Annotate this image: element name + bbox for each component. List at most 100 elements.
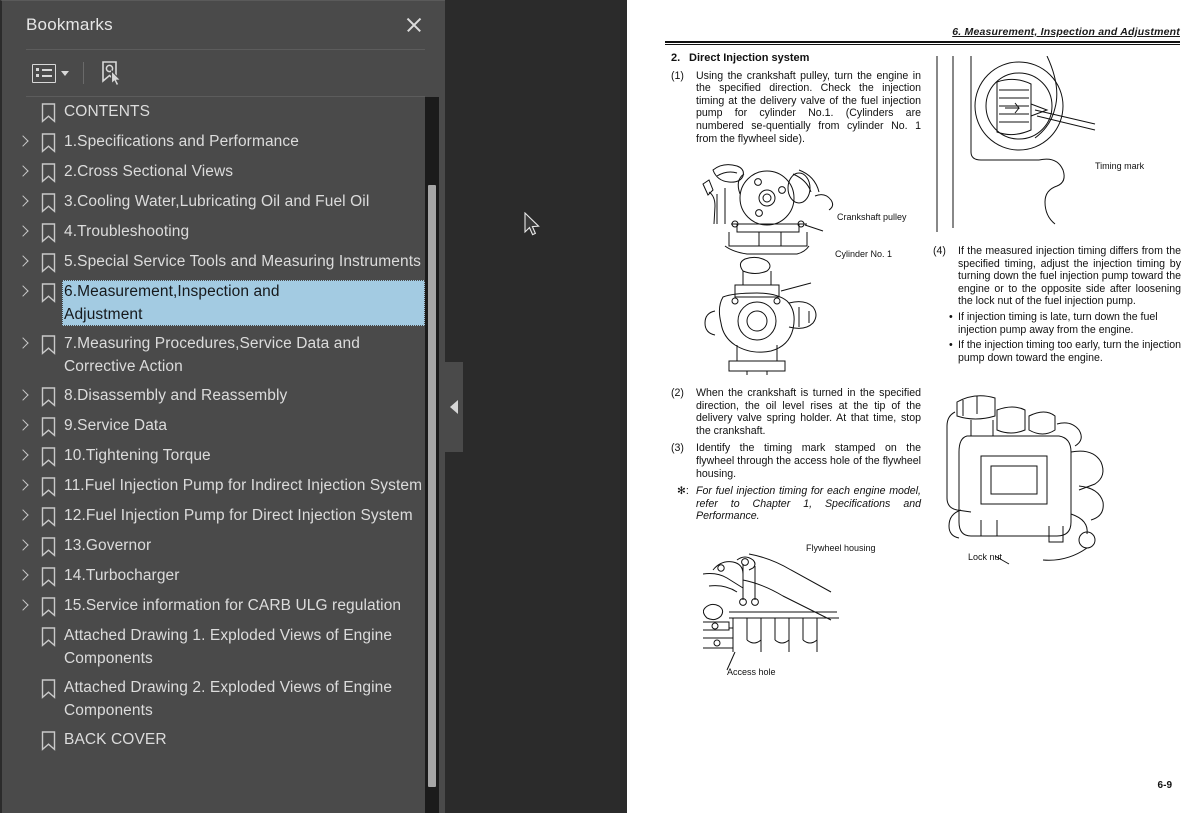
close-icon[interactable] — [401, 12, 427, 38]
chevron-right-icon[interactable] — [10, 222, 36, 244]
bookmark-item[interactable]: 14.Turbocharger — [10, 561, 425, 591]
caption-cylinder-no1: Cylinder No. 1 — [835, 249, 893, 259]
chevron-right-icon[interactable] — [10, 446, 36, 468]
bookmark-label: Attached Drawing 2. Exploded Views of En… — [64, 679, 393, 719]
chevron-right-icon[interactable] — [10, 506, 36, 528]
bookmark-item[interactable]: Attached Drawing 2. Exploded Views of En… — [10, 673, 425, 725]
chevron-right-icon[interactable] — [10, 132, 36, 154]
figure-timing-mark — [931, 56, 1161, 232]
step-2: (2) When the crankshaft is turned in the… — [671, 387, 921, 437]
figure-cylinder-no1 — [699, 255, 859, 375]
bookmark-item[interactable]: BACK COVER — [10, 725, 425, 755]
twisty-placeholder — [10, 730, 36, 752]
bookmark-item[interactable]: 3.Cooling Water,Lubricating Oil and Fuel… — [10, 187, 425, 217]
bookmark-icon — [36, 596, 62, 618]
bookmark-label: Attached Drawing 1. Exploded Views of En… — [64, 627, 393, 667]
bookmark-icon — [36, 566, 62, 588]
bookmark-label: 11.Fuel Injection Pump for Indirect Inje… — [64, 477, 423, 494]
bookmark-item[interactable]: 2.Cross Sectional Views — [10, 157, 425, 187]
toolbar-separator — [83, 62, 84, 84]
bookmark-item[interactable]: 7.Measuring Procedures,Service Data and … — [10, 329, 425, 381]
bookmark-icon — [36, 416, 62, 438]
bookmark-label: 6.Measurement,Inspection and Adjustment — [62, 280, 425, 326]
step-4-bullet-2-text: If the injection timing too early, turn … — [958, 339, 1181, 364]
bookmark-item[interactable]: 10.Tightening Torque — [10, 441, 425, 471]
caption-access-hole: Access hole — [727, 667, 776, 677]
bookmark-label: 14.Turbocharger — [64, 567, 180, 584]
bookmark-item[interactable]: 8.Disassembly and Reassembly — [10, 381, 425, 411]
chevron-left-icon — [450, 400, 458, 414]
bookmark-item[interactable]: 11.Fuel Injection Pump for Indirect Inje… — [10, 471, 425, 501]
bookmarks-toolbar — [2, 50, 445, 96]
chevron-right-icon[interactable] — [10, 566, 36, 588]
chevron-right-icon[interactable] — [10, 162, 36, 184]
bookmark-item[interactable]: 6.Measurement,Inspection and Adjustment — [10, 277, 425, 329]
bookmark-item[interactable]: 13.Governor — [10, 531, 425, 561]
bookmark-label: BACK COVER — [64, 731, 167, 748]
bookmark-label: 1.Specifications and Performance — [64, 133, 299, 150]
find-current-bookmark-button[interactable] — [92, 56, 130, 90]
bookmarks-panel: Bookmarks CONTENTS 1.Specifications and … — [0, 0, 445, 813]
bookmark-label: 3.Cooling Water,Lubricating Oil and Fuel… — [64, 193, 370, 210]
bookmark-label: 2.Cross Sectional Views — [64, 163, 234, 180]
caption-timing-mark: Timing mark — [1095, 161, 1145, 171]
section-title: Direct Injection system — [689, 52, 810, 64]
chevron-right-icon[interactable] — [10, 282, 36, 304]
step-4-text: If the measured injection timing differs… — [958, 245, 1181, 308]
bookmark-label: CONTENTS — [64, 103, 151, 120]
chevron-right-icon[interactable] — [10, 252, 36, 274]
chevron-right-icon[interactable] — [10, 416, 36, 438]
chevron-right-icon[interactable] — [10, 536, 36, 558]
list-options-icon — [32, 63, 56, 83]
vertical-scrollbar[interactable] — [425, 97, 439, 813]
bookmark-icon — [36, 162, 62, 184]
step-4: (4) If the measured injection timing dif… — [933, 245, 1181, 308]
chevron-right-icon[interactable] — [10, 386, 36, 408]
bookmark-label: 15.Service information for CARB ULG regu… — [64, 597, 402, 614]
twisty-placeholder — [10, 626, 36, 648]
list-options-button[interactable] — [26, 60, 75, 87]
viewer-gutter — [445, 0, 627, 813]
bookmark-item[interactable]: 5.Special Service Tools and Measuring In… — [10, 247, 425, 277]
figure-flywheel-housing — [703, 552, 853, 672]
bookmark-item[interactable]: CONTENTS — [10, 97, 425, 127]
bookmark-icon — [36, 222, 62, 244]
bookmark-icon — [36, 678, 62, 700]
chevron-right-icon[interactable] — [10, 192, 36, 214]
bookmark-item[interactable]: 1.Specifications and Performance — [10, 127, 425, 157]
footnote-marker: ✻: — [677, 485, 689, 498]
step-3-marker: (3) — [671, 442, 684, 455]
bookmarks-tree[interactable]: CONTENTS 1.Specifications and Performance… — [2, 97, 425, 813]
right-column: (4) If the measured injection timing dif… — [933, 240, 1181, 364]
bookmark-label: 7.Measuring Procedures,Service Data and … — [64, 335, 360, 375]
header-rule-thin — [665, 44, 1180, 45]
bookmark-item[interactable]: 15.Service information for CARB ULG regu… — [10, 591, 425, 621]
twisty-placeholder — [10, 678, 36, 700]
page-number: 6-9 — [1157, 780, 1172, 791]
left-column: 2. Direct Injection system (1) Using the … — [671, 52, 921, 145]
running-header: 6. Measurement, Inspection and Adjustmen… — [660, 22, 1180, 40]
bookmark-item[interactable]: 4.Troubleshooting — [10, 217, 425, 247]
step-3-text: Identify the timing mark stamped on the … — [696, 442, 921, 480]
bookmark-label: 9.Service Data — [64, 417, 168, 434]
bookmark-icon — [36, 386, 62, 408]
bookmarks-tree-wrap: CONTENTS 1.Specifications and Performance… — [2, 97, 445, 813]
bookmark-icon — [36, 192, 62, 214]
bookmark-item[interactable]: Attached Drawing 1. Exploded Views of En… — [10, 621, 425, 673]
vertical-scrollbar-thumb[interactable] — [428, 185, 436, 787]
bullet-dot: • — [949, 339, 953, 352]
caption-lock-nut: Lock nut — [968, 552, 1003, 562]
bookmark-item[interactable]: 12.Fuel Injection Pump for Direct Inject… — [10, 501, 425, 531]
figure-lock-nut — [937, 390, 1157, 570]
bookmark-icon — [36, 334, 62, 356]
chevron-right-icon[interactable] — [10, 334, 36, 356]
bookmark-item[interactable]: 9.Service Data — [10, 411, 425, 441]
chevron-right-icon[interactable] — [10, 596, 36, 618]
step-1: (1) Using the crankshaft pulley, turn th… — [671, 70, 921, 146]
document-page: 6. Measurement, Inspection and Adjustmen… — [627, 0, 1200, 813]
pdf-reader-window: Bookmarks CONTENTS 1.Specifications and … — [0, 0, 1200, 813]
step-4-bullet-1: • If injection timing is late, turn down… — [933, 311, 1181, 336]
collapse-sidebar-button[interactable] — [445, 362, 463, 452]
chevron-right-icon[interactable] — [10, 476, 36, 498]
footnote: ✻: For fuel injection timing for each en… — [671, 485, 921, 523]
